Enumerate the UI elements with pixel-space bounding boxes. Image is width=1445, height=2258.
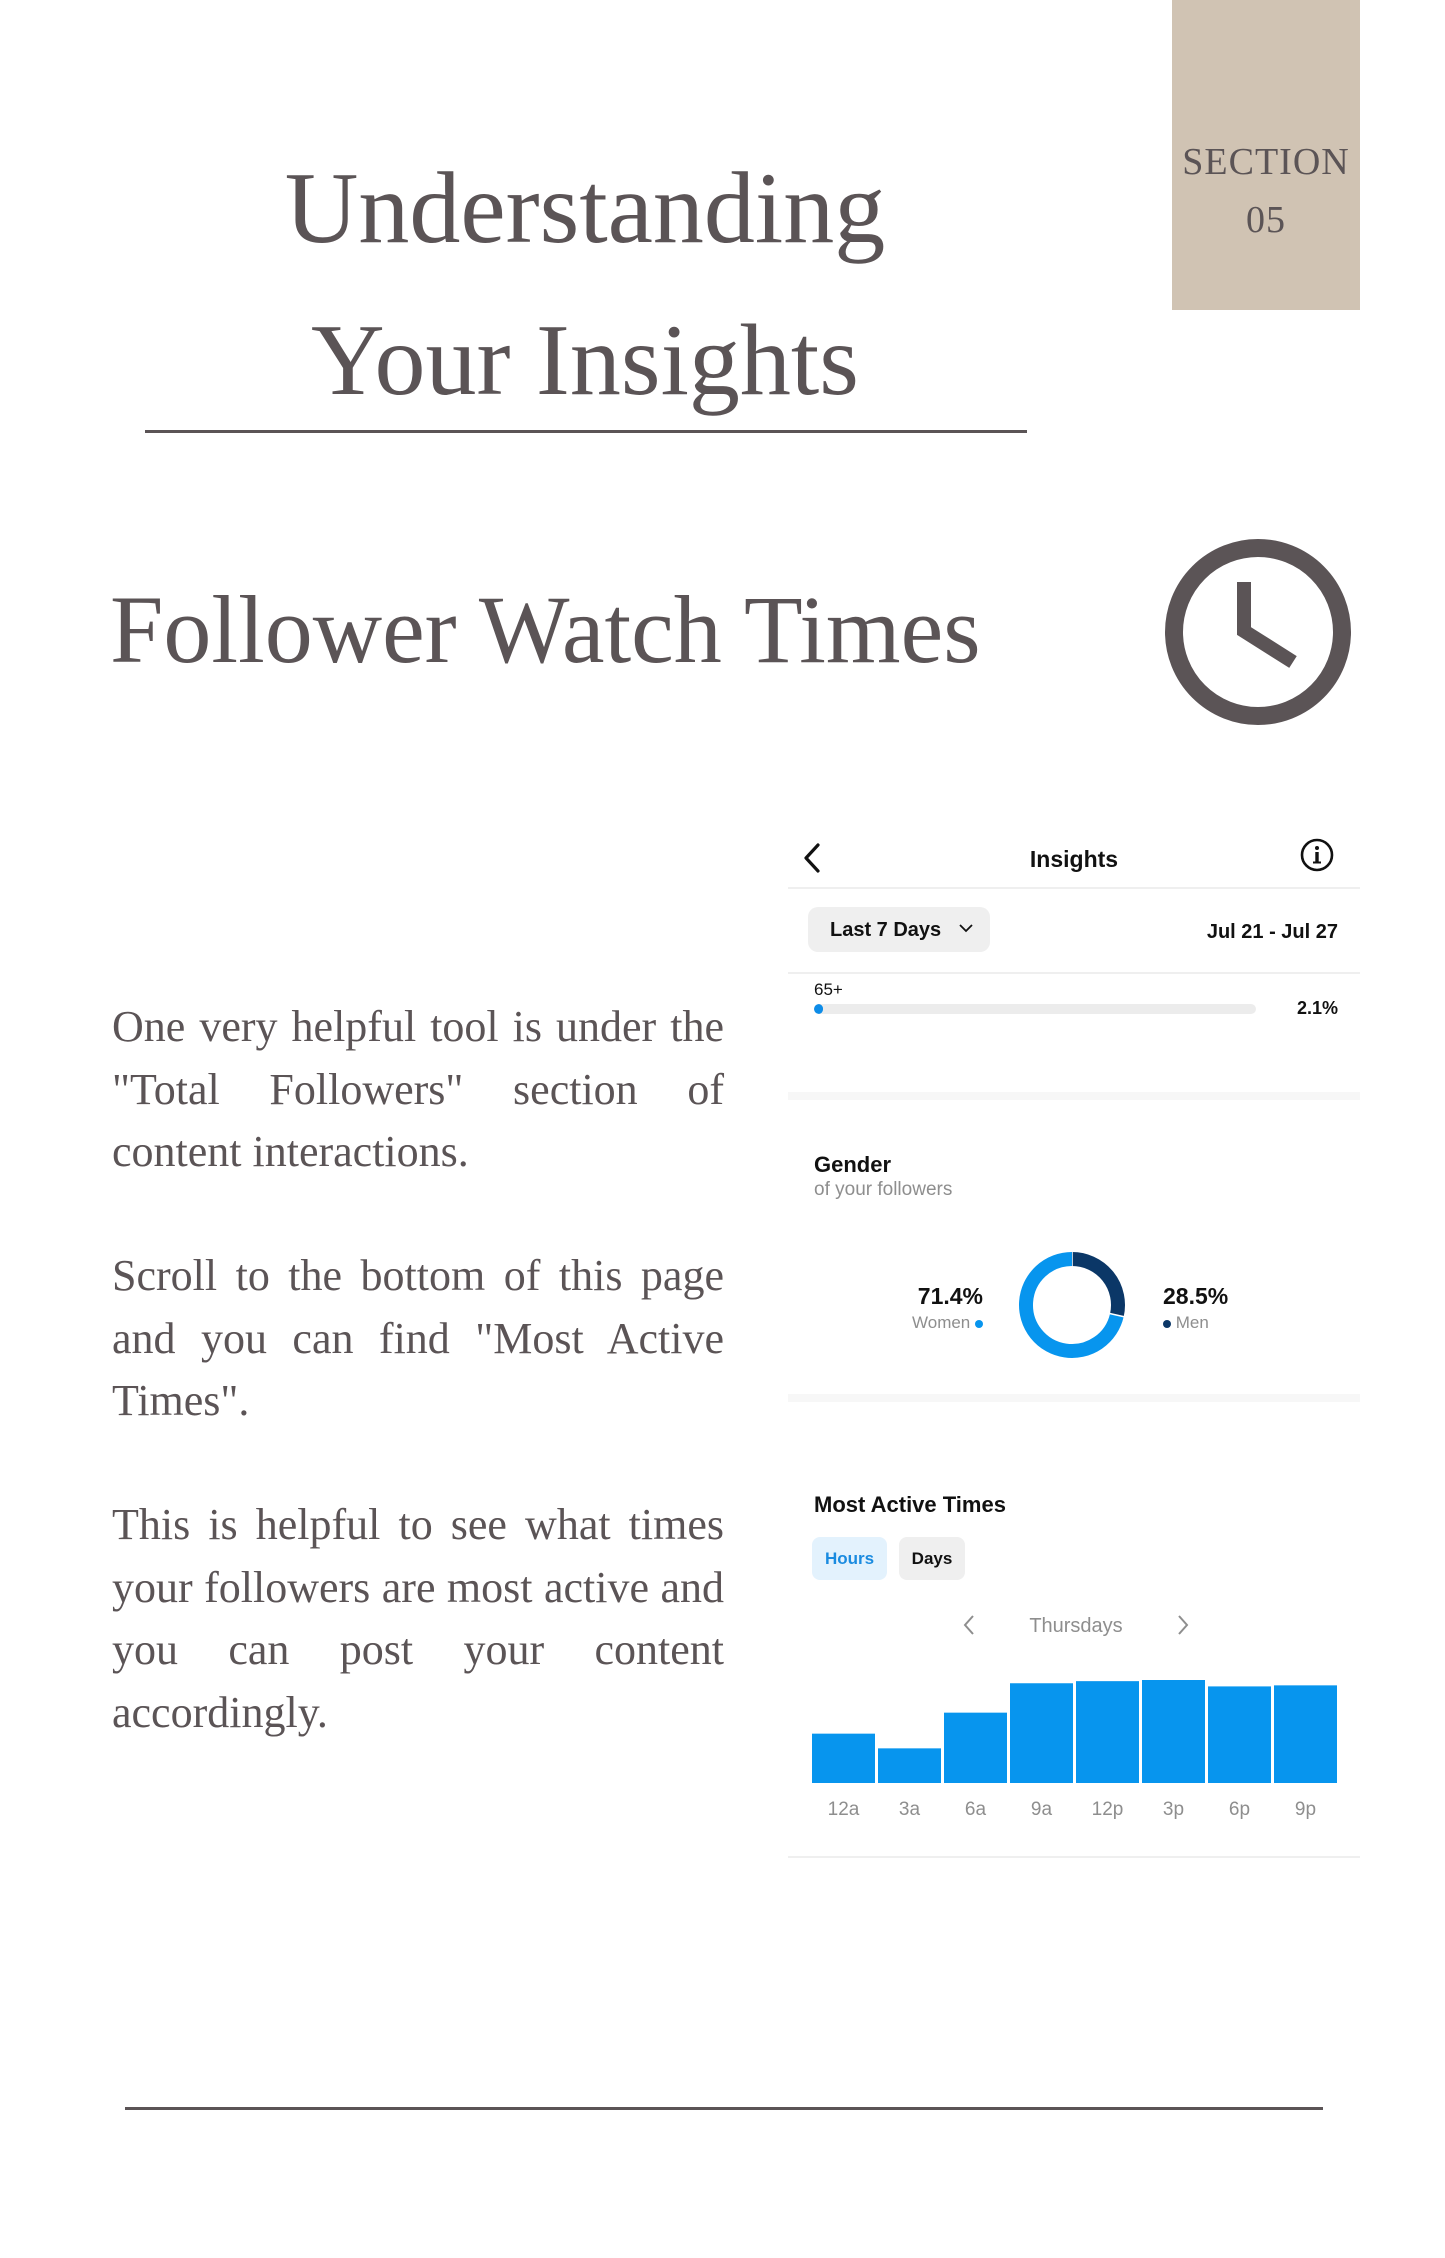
selected-day: Thursdays <box>1029 1615 1123 1637</box>
gender-title: Gender <box>814 1152 892 1177</box>
section-divider <box>788 1856 1360 1858</box>
bar-12p <box>1076 1681 1139 1783</box>
date-range-dropdown[interactable]: Last 7 Days <box>808 907 990 952</box>
gender-subtitle: of your followers <box>814 1179 953 1200</box>
bar-9p <box>1274 1685 1337 1783</box>
chevron-right-icon <box>1178 1615 1189 1635</box>
age-progress-fill <box>814 1004 824 1014</box>
gender-donut-chart <box>1019 1251 1125 1358</box>
bar-6p <box>1208 1686 1271 1783</box>
section-separator <box>788 1394 1360 1402</box>
body-paragraph: One very helpful tool is under the "Tota… <box>112 1002 724 1176</box>
title-underline <box>145 430 1027 433</box>
men-legend: Men <box>1163 1313 1209 1333</box>
men-percentage: 28.5% <box>1163 1283 1229 1309</box>
next-day-button[interactable] <box>1174 1613 1192 1637</box>
range-divider <box>788 972 1360 974</box>
page-title-line-2: Your Insights <box>311 304 859 417</box>
info-icon[interactable] <box>1300 838 1334 872</box>
bar-label-9a: 9a <box>1031 1799 1053 1820</box>
chevron-left-icon <box>963 1615 974 1635</box>
women-percentage: 71.4% <box>917 1283 983 1309</box>
most-active-bar-chart: 12a 3a 6a 9a 12p 3p 6p 9p <box>812 1680 1337 1820</box>
body-paragraph: This is helpful to see what times your f… <box>112 1500 724 1737</box>
bar-label-6a: 6a <box>965 1799 987 1820</box>
previous-day-button[interactable] <box>960 1613 978 1637</box>
bar-6a <box>944 1712 1007 1783</box>
chevron-down-icon <box>959 924 973 933</box>
bar-label-12p: 12p <box>1092 1799 1124 1820</box>
women-label: Women <box>912 1313 971 1332</box>
donut-slice-men <box>1071 1252 1125 1317</box>
screen-title: Insights <box>1029 846 1119 872</box>
footer-rule <box>125 2107 1323 2110</box>
tab-hours[interactable]: Hours <box>812 1537 887 1580</box>
bar-12a <box>812 1733 875 1783</box>
bar-label-6p: 6p <box>1229 1799 1250 1820</box>
bar-label-3a: 3a <box>899 1799 921 1820</box>
date-range-selected: Last 7 Days <box>830 919 942 941</box>
section-tag: SECTION 05 <box>1172 0 1360 310</box>
men-legend-dot <box>1163 1319 1171 1328</box>
age-group-label: 65+ <box>814 980 843 999</box>
date-range-text: Jul 21 - Jul 27 <box>1206 921 1338 943</box>
section-label: SECTION <box>1182 141 1350 183</box>
section-separator <box>788 1092 1360 1100</box>
bar-label-9p: 9p <box>1295 1799 1316 1820</box>
insights-screenshot: Insights Last 7 Days Jul 21 - Jul 27 65+… <box>788 820 1360 1870</box>
header-divider <box>788 887 1360 889</box>
most-active-times-title: Most Active Times <box>814 1492 1006 1517</box>
bar-9a <box>1010 1683 1073 1783</box>
page-title-line-1: Understanding <box>284 152 886 265</box>
women-legend-dot <box>975 1319 983 1328</box>
section-number: 05 <box>1246 199 1286 241</box>
section-heading: Follower Watch Times <box>110 576 981 683</box>
clock-icon <box>1165 539 1351 725</box>
men-label: Men <box>1175 1313 1209 1332</box>
women-legend: Women <box>912 1313 983 1333</box>
age-group-value: 2.1% <box>1296 998 1338 1018</box>
tab-days[interactable]: Days <box>899 1537 965 1580</box>
age-progress-bar <box>814 1004 1256 1014</box>
bar-3p <box>1142 1680 1205 1783</box>
bar-label-12a: 12a <box>828 1799 860 1820</box>
bar-3a <box>878 1748 941 1783</box>
bar-label-3p: 3p <box>1163 1799 1184 1820</box>
body-paragraph: Scroll to the bottom of this page and yo… <box>112 1251 724 1425</box>
